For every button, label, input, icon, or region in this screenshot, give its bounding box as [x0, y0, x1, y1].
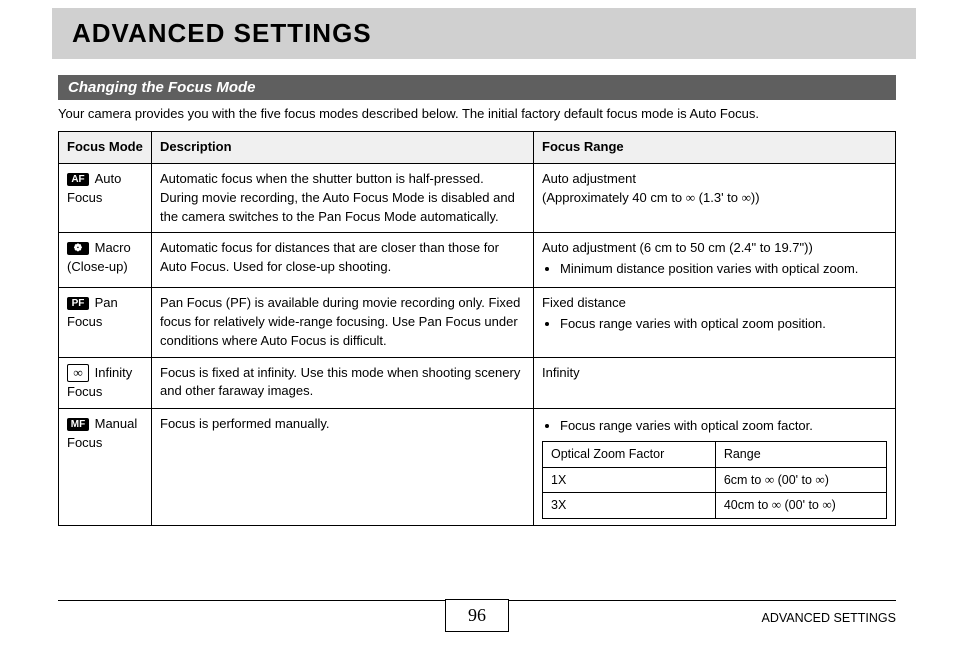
mode-cell: PF Pan Focus	[59, 288, 152, 358]
page-title: ADVANCED SETTINGS	[72, 18, 896, 49]
desc-cell: Automatic focus for distances that are c…	[152, 233, 534, 288]
range-text: 40cm to	[724, 498, 772, 512]
mode-cell: AF Auto Focus	[59, 163, 152, 233]
range-text: (1.3' to	[695, 190, 742, 205]
infinity-icon: ∞	[815, 472, 824, 487]
range-cell: Auto adjustment (Approximately 40 cm to …	[534, 163, 896, 233]
range-text: (00' to	[774, 473, 815, 487]
inner-row: 3X 40cm to ∞ (00' to ∞)	[543, 493, 887, 519]
range-text: ))	[751, 190, 760, 205]
range-bullet: Minimum distance position varies with op…	[560, 260, 887, 279]
af-badge-icon: AF	[67, 173, 89, 186]
table-row: AF Auto Focus Automatic focus when the s…	[59, 163, 896, 233]
range-line: Infinity	[542, 365, 580, 380]
desc-cell: Focus is performed manually.	[152, 408, 534, 526]
infinity-badge-icon: ∞	[67, 364, 89, 382]
range-line: Auto adjustment (6 cm to 50 cm (2.4" to …	[542, 240, 813, 255]
footer-rule: 96 ADVANCED SETTINGS	[58, 600, 896, 644]
range-line: Auto adjustment	[542, 171, 636, 186]
range-text: )	[832, 498, 836, 512]
inner-cell: 40cm to ∞ (00' to ∞)	[715, 493, 886, 519]
infinity-icon: ∞	[822, 497, 831, 512]
desc-cell: Pan Focus (PF) is available during movie…	[152, 288, 534, 358]
section-heading: Changing the Focus Mode	[58, 75, 896, 100]
inner-header-row: Optical Zoom Factor Range	[543, 442, 887, 467]
range-cell: Fixed distance Focus range varies with o…	[534, 288, 896, 358]
macro-badge-icon: ❁	[67, 242, 89, 255]
inner-cell: 6cm to ∞ (00' to ∞)	[715, 467, 886, 493]
range-text: 6cm to	[724, 473, 765, 487]
inner-row: 1X 6cm to ∞ (00' to ∞)	[543, 467, 887, 493]
table-row: ∞ Infinity Focus Focus is fixed at infin…	[59, 357, 896, 408]
focus-mode-table: Focus Mode Description Focus Range AF Au…	[58, 131, 896, 526]
inner-header: Optical Zoom Factor	[543, 442, 716, 467]
intro-text: Your camera provides you with the five f…	[58, 106, 896, 121]
infinity-icon: ∞	[73, 365, 82, 380]
range-cell: Infinity	[534, 357, 896, 408]
zoom-factor-table: Optical Zoom Factor Range 1X 6cm to ∞ (0…	[542, 441, 887, 519]
infinity-icon: ∞	[742, 190, 751, 205]
content-area: Changing the Focus Mode Your camera prov…	[58, 75, 896, 526]
range-bullet: Focus range varies with optical zoom pos…	[560, 315, 887, 334]
page-footer: 96 ADVANCED SETTINGS	[0, 600, 954, 644]
mf-badge-icon: MF	[67, 418, 89, 431]
range-text: )	[825, 473, 829, 487]
table-row: MF Manual Focus Focus is performed manua…	[59, 408, 896, 526]
range-text: (Approximately 40 cm to	[542, 190, 686, 205]
range-text: (00' to	[781, 498, 822, 512]
mode-cell: MF Manual Focus	[59, 408, 152, 526]
table-header-row: Focus Mode Description Focus Range	[59, 132, 896, 164]
mode-cell: ❁ Macro (Close-up)	[59, 233, 152, 288]
col-header-desc: Description	[152, 132, 534, 164]
inner-header: Range	[715, 442, 886, 467]
infinity-icon: ∞	[686, 190, 695, 205]
pf-badge-icon: PF	[67, 297, 89, 310]
page-number: 96	[445, 599, 509, 632]
infinity-icon: ∞	[765, 472, 774, 487]
table-row: ❁ Macro (Close-up) Automatic focus for d…	[59, 233, 896, 288]
range-cell: Focus range varies with optical zoom fac…	[534, 408, 896, 526]
page-title-bar: ADVANCED SETTINGS	[52, 8, 916, 59]
desc-cell: Focus is fixed at infinity. Use this mod…	[152, 357, 534, 408]
range-cell: Auto adjustment (6 cm to 50 cm (2.4" to …	[534, 233, 896, 288]
inner-cell: 3X	[543, 493, 716, 519]
desc-cell: Automatic focus when the shutter button …	[152, 163, 534, 233]
col-header-mode: Focus Mode	[59, 132, 152, 164]
range-line: Fixed distance	[542, 295, 626, 310]
infinity-icon: ∞	[772, 497, 781, 512]
col-header-range: Focus Range	[534, 132, 896, 164]
footer-section-label: ADVANCED SETTINGS	[761, 611, 896, 625]
range-bullet: Focus range varies with optical zoom fac…	[560, 417, 887, 436]
range-line: (Approximately 40 cm to ∞ (1.3' to ∞))	[542, 190, 760, 205]
inner-cell: 1X	[543, 467, 716, 493]
table-row: PF Pan Focus Pan Focus (PF) is available…	[59, 288, 896, 358]
mode-cell: ∞ Infinity Focus	[59, 357, 152, 408]
